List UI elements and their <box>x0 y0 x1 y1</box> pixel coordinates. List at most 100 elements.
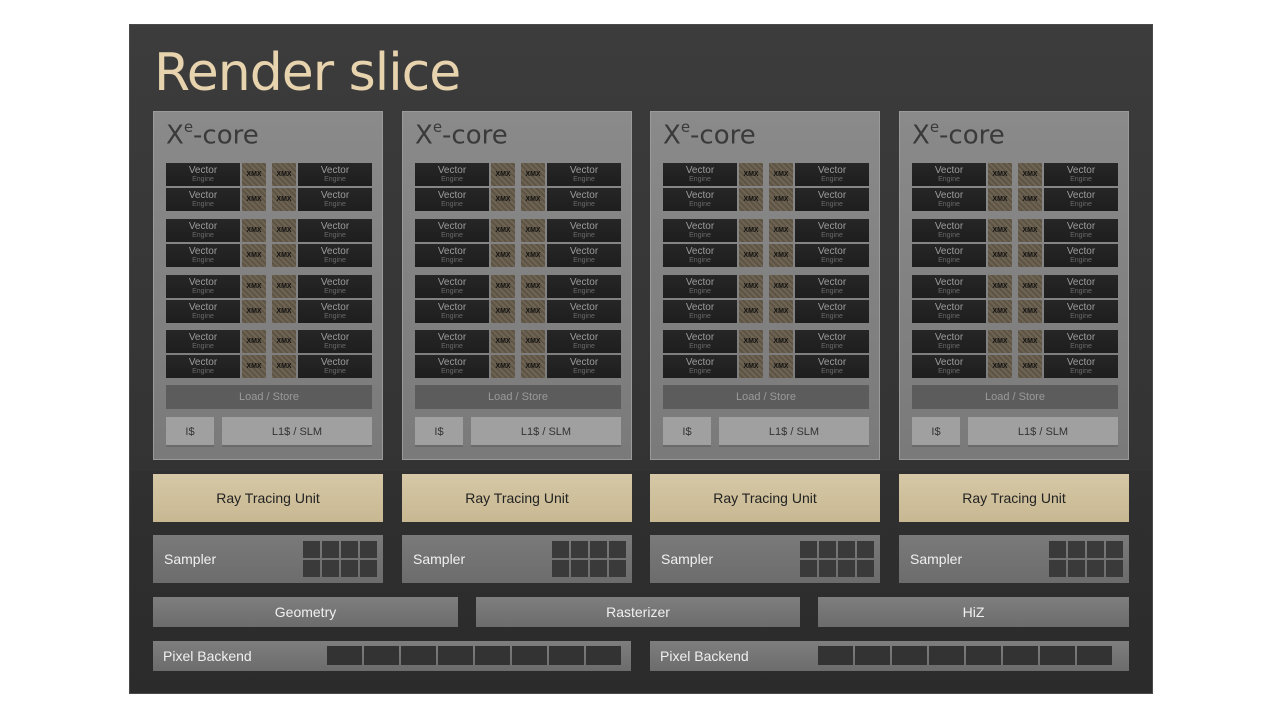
vector-engine: Vector Engine <box>415 163 489 186</box>
vector-engine-label: Vector <box>569 165 599 176</box>
xmx-engine: XMX <box>1018 300 1042 323</box>
vector-engine-label: Vector <box>817 246 847 257</box>
xmx-engine: XMX <box>769 244 793 267</box>
vector-engine-sublabel: Engine <box>441 368 463 375</box>
xmx-engine: XMX <box>242 330 266 353</box>
vector-engine-group: Vector Engine XMX XMX Vector Engine Vector Engi… <box>912 219 1118 269</box>
vector-engine-group: Vector Engine XMX XMX Vector Engine Vector Engi… <box>663 163 869 213</box>
pixel-backend-cell <box>401 646 436 665</box>
vector-engine-label: Vector <box>685 277 715 288</box>
vector-engine: Vector Engine <box>166 300 240 323</box>
sampler-cell <box>552 541 569 558</box>
sampler-cell <box>857 541 874 558</box>
geometry-unit: Geometry <box>153 597 458 627</box>
vector-engine: Vector Engine <box>298 244 372 267</box>
page-title: Render slice <box>154 43 461 103</box>
vector-engine: Vector Engine <box>298 355 372 378</box>
xmx-engine: XMX <box>491 244 515 267</box>
xmx-engine: XMX <box>242 219 266 242</box>
vector-engine-label: Vector <box>437 277 467 288</box>
sampler-label: Sampler <box>164 551 217 567</box>
xmx-engine: XMX <box>769 219 793 242</box>
vector-engine: Vector Engine <box>1044 163 1118 186</box>
vector-engine-sublabel: Engine <box>324 176 346 183</box>
vector-engine-label: Vector <box>188 277 218 288</box>
vector-engine-sublabel: Engine <box>689 232 711 239</box>
xmx-engine: XMX <box>769 163 793 186</box>
sampler-unit: Sampler <box>402 535 632 583</box>
vector-engine: Vector Engine <box>795 163 869 186</box>
sampler-cell <box>590 541 607 558</box>
vector-engine-sublabel: Engine <box>192 313 214 320</box>
vector-engine-label: Vector <box>685 357 715 368</box>
vector-engine: Vector Engine <box>547 275 621 298</box>
xe-core-title-x: X <box>912 120 930 151</box>
sampler-label: Sampler <box>910 551 963 567</box>
pixel-backend-unit: Pixel Backend <box>153 641 631 671</box>
vector-engine-sublabel: Engine <box>1070 201 1092 208</box>
vector-engine-sublabel: Engine <box>1070 257 1092 264</box>
xe-core-title-rest: -core <box>939 120 1005 151</box>
vector-engine: Vector Engine <box>415 219 489 242</box>
xmx-engine: XMX <box>769 188 793 211</box>
vector-engine-label: Vector <box>437 221 467 232</box>
sampler-cell <box>1068 560 1085 577</box>
vector-engine-group: Vector Engine XMX XMX Vector Engine Vector Engi… <box>166 163 372 213</box>
xmx-engine: XMX <box>272 188 296 211</box>
xmx-engine: XMX <box>1018 330 1042 353</box>
vector-engine-label: Vector <box>437 332 467 343</box>
vector-engine-sublabel: Engine <box>192 343 214 350</box>
sampler-cell <box>360 541 377 558</box>
vector-engine-group: Vector Engine XMX XMX Vector Engine Vector Engi… <box>415 163 621 213</box>
vector-engine-label: Vector <box>685 190 715 201</box>
vector-engine-label: Vector <box>437 165 467 176</box>
sampler-cell <box>1087 541 1104 558</box>
xmx-engine: XMX <box>272 330 296 353</box>
vector-engine: Vector Engine <box>663 300 737 323</box>
vector-engine-label: Vector <box>320 277 350 288</box>
vector-engine: Vector Engine <box>415 188 489 211</box>
pixel-backend-cell <box>364 646 399 665</box>
vector-engine: Vector Engine <box>795 188 869 211</box>
sampler-label: Sampler <box>661 551 714 567</box>
vector-engine-label: Vector <box>437 190 467 201</box>
vector-engine-label: Vector <box>1066 332 1096 343</box>
xmx-engine: XMX <box>242 355 266 378</box>
xe-core-title-x: X <box>663 120 681 151</box>
vector-engine: Vector Engine <box>663 163 737 186</box>
pixel-backend-cell <box>475 646 510 665</box>
vector-engine-label: Vector <box>188 165 218 176</box>
vector-engine-sublabel: Engine <box>192 201 214 208</box>
vector-engine-sublabel: Engine <box>1070 288 1092 295</box>
xmx-engine: XMX <box>521 219 545 242</box>
vector-engine-label: Vector <box>569 357 599 368</box>
vector-engine-label: Vector <box>1066 277 1096 288</box>
vector-engine-sublabel: Engine <box>938 288 960 295</box>
vector-engine-label: Vector <box>188 302 218 313</box>
vector-engine-sublabel: Engine <box>689 368 711 375</box>
xmx-engine: XMX <box>521 163 545 186</box>
vector-engine: Vector Engine <box>912 219 986 242</box>
vector-engine: Vector Engine <box>547 300 621 323</box>
vector-engine-group: Vector Engine XMX XMX Vector Engine Vector Engi… <box>415 330 621 380</box>
ray-tracing-unit: Ray Tracing Unit <box>153 474 383 522</box>
vector-engine-sublabel: Engine <box>324 313 346 320</box>
pixel-backend-label: Pixel Backend <box>660 648 749 664</box>
xmx-engine: XMX <box>521 275 545 298</box>
vector-engine-sublabel: Engine <box>573 232 595 239</box>
vector-engine-group: Vector Engine XMX XMX Vector Engine Vector Engi… <box>166 330 372 380</box>
vector-engine: Vector Engine <box>795 355 869 378</box>
vector-engine: Vector Engine <box>166 244 240 267</box>
vector-engine-sublabel: Engine <box>324 288 346 295</box>
vector-engine: Vector Engine <box>415 330 489 353</box>
vector-engine-label: Vector <box>188 221 218 232</box>
instruction-cache: I$ <box>166 417 214 447</box>
pixel-backend-cell <box>327 646 362 665</box>
vector-engine-sublabel: Engine <box>192 176 214 183</box>
xe-core-title: Xe-core <box>415 118 508 151</box>
vector-engine-sublabel: Engine <box>938 257 960 264</box>
xmx-engine: XMX <box>988 244 1012 267</box>
vector-engine-sublabel: Engine <box>573 288 595 295</box>
vector-engine: Vector Engine <box>795 275 869 298</box>
xmx-engine: XMX <box>491 330 515 353</box>
